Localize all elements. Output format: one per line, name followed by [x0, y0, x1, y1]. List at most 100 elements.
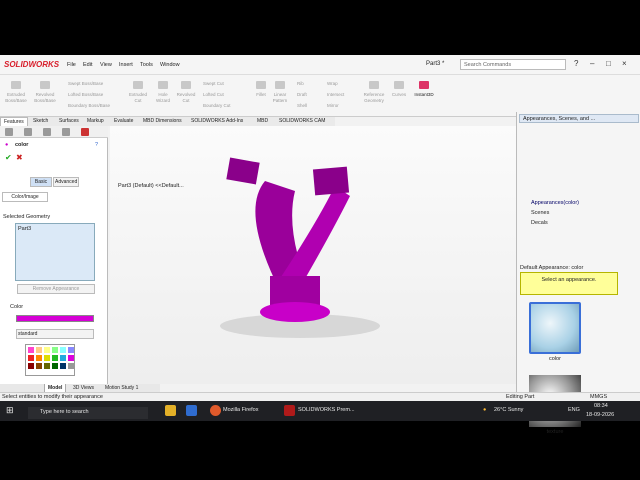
- list-item[interactable]: Part3: [18, 226, 31, 232]
- draft-button[interactable]: Draft: [297, 92, 319, 98]
- search-commands-input[interactable]: Search Commands: [460, 59, 566, 70]
- firefox-icon[interactable]: [210, 405, 221, 416]
- solidworks-icon[interactable]: [284, 405, 295, 416]
- color-image-tab[interactable]: Color/Image: [2, 192, 48, 202]
- minimize-icon[interactable]: –: [590, 59, 594, 68]
- palette-cell[interactable]: [28, 347, 34, 353]
- tab-addins[interactable]: SOLIDWORKS Add-Ins: [188, 117, 246, 126]
- tab-evaluate[interactable]: Evaluate: [111, 117, 136, 126]
- selected-geometry-list[interactable]: Part3: [15, 223, 95, 281]
- maximize-icon[interactable]: □: [606, 59, 611, 68]
- palette-cell[interactable]: [68, 363, 74, 369]
- dimxpert-icon[interactable]: [62, 128, 70, 136]
- palette-cell[interactable]: [52, 355, 58, 361]
- menu-edit[interactable]: Edit: [83, 62, 92, 68]
- units-label[interactable]: MMGS: [590, 394, 607, 400]
- taskbar-search-input[interactable]: Type here to search: [28, 407, 148, 419]
- tab-features[interactable]: Features: [0, 117, 28, 126]
- language-indicator[interactable]: ENG: [568, 407, 580, 413]
- palette-cell[interactable]: [36, 355, 42, 361]
- palette-cell[interactable]: [68, 347, 74, 353]
- lofted-boss-button[interactable]: Lofted Boss/Base: [68, 92, 118, 98]
- reference-geometry-button[interactable]: Reference Geometry: [362, 81, 386, 104]
- appearance-icon[interactable]: [81, 128, 89, 136]
- linear-pattern-button[interactable]: Linear Pattern: [270, 81, 290, 104]
- taskbar-solidworks[interactable]: SOLIDWORKS Prem...: [298, 407, 355, 413]
- palette-cell[interactable]: [44, 347, 50, 353]
- palette-cell[interactable]: [60, 355, 66, 361]
- boundary-cut-button[interactable]: Boundary Cut: [203, 103, 247, 109]
- palette-cell[interactable]: [52, 363, 58, 369]
- tree-appearances[interactable]: Appearances(color): [531, 200, 579, 206]
- windows-start-icon[interactable]: ⊞: [6, 405, 14, 416]
- thumbnail-color[interactable]: [529, 302, 581, 354]
- tab-sketch[interactable]: Sketch: [30, 117, 51, 126]
- basic-button[interactable]: Basic: [30, 177, 52, 187]
- menu-view[interactable]: View: [100, 62, 112, 68]
- close-icon[interactable]: ×: [622, 59, 627, 68]
- clock-date[interactable]: 18-09-2026: [586, 412, 614, 418]
- help-icon[interactable]: ?: [574, 59, 578, 68]
- advanced-button[interactable]: Advanced: [53, 177, 79, 187]
- help-icon[interactable]: ?: [95, 142, 98, 148]
- graphics-area[interactable]: [110, 126, 516, 384]
- extruded-boss-button[interactable]: Extruded Boss/Base: [4, 81, 28, 104]
- taskbar-firefox[interactable]: Mozilla Firefox: [223, 407, 258, 413]
- swept-boss-button[interactable]: Swept Boss/Base: [68, 81, 118, 87]
- color-swatch[interactable]: [16, 315, 94, 322]
- palette-cell[interactable]: [44, 355, 50, 361]
- feature-breadcrumb[interactable]: Part3 (Default) <<Default...: [118, 183, 184, 189]
- weather-text[interactable]: 26°C Sunny: [494, 407, 523, 413]
- tree-decals[interactable]: Decals: [531, 220, 548, 226]
- curves-button[interactable]: Curves: [389, 81, 409, 98]
- instant3d-button[interactable]: Instant3D: [411, 81, 437, 98]
- ok-icon[interactable]: ✔: [5, 153, 12, 162]
- palette-cell[interactable]: [52, 347, 58, 353]
- intersect-button[interactable]: Intersect: [327, 92, 357, 98]
- palette-cell[interactable]: [68, 355, 74, 361]
- cancel-icon[interactable]: ✖: [16, 153, 23, 162]
- fillet-button[interactable]: Fillet: [252, 81, 270, 98]
- palette-cell[interactable]: [60, 363, 66, 369]
- revolved-boss-button[interactable]: Revolved Boss/Base: [32, 81, 58, 104]
- wrap-button[interactable]: Wrap: [327, 81, 357, 87]
- boundary-boss-button[interactable]: Boundary Boss/Base: [68, 103, 122, 109]
- palette-cell[interactable]: [28, 355, 34, 361]
- color-palette[interactable]: [25, 344, 75, 376]
- tree-scenes[interactable]: Scenes: [531, 210, 549, 216]
- menu-tools[interactable]: Tools: [140, 62, 153, 68]
- extruded-cut-button[interactable]: Extruded Cut: [126, 81, 150, 104]
- palette-select[interactable]: standard: [16, 329, 94, 339]
- swept-cut-button[interactable]: Swept Cut: [203, 81, 243, 87]
- feature-tree-icon[interactable]: [5, 128, 13, 136]
- mail-icon[interactable]: [186, 405, 197, 416]
- clock-time[interactable]: 08:34: [594, 403, 608, 409]
- palette-cell[interactable]: [60, 347, 66, 353]
- palette-cell[interactable]: [36, 347, 42, 353]
- pipe-model[interactable]: [110, 126, 516, 384]
- menu-file[interactable]: File: [67, 62, 76, 68]
- tab-motion-study[interactable]: Motion Study 1: [102, 384, 141, 392]
- mirror-button[interactable]: Mirror: [327, 103, 357, 109]
- hole-wizard-button[interactable]: Hole Wizard: [151, 81, 175, 104]
- tab-3d-views[interactable]: 3D Views: [70, 384, 97, 392]
- property-manager-icon[interactable]: [24, 128, 32, 136]
- rib-button[interactable]: Rib: [297, 81, 319, 87]
- tab-cam[interactable]: SOLIDWORKS CAM: [276, 117, 328, 126]
- file-explorer-icon[interactable]: [165, 405, 176, 416]
- tab-mbd-dimensions[interactable]: MBD Dimensions: [140, 117, 185, 126]
- palette-cell[interactable]: [36, 363, 42, 369]
- shell-button[interactable]: Shell: [297, 103, 319, 109]
- menu-window[interactable]: Window: [160, 62, 180, 68]
- palette-cell[interactable]: [28, 363, 34, 369]
- remove-appearance-button[interactable]: Remove Appearance: [17, 284, 95, 294]
- sun-icon: ●: [483, 407, 487, 413]
- lofted-cut-button[interactable]: Lofted Cut: [203, 92, 243, 98]
- tab-mbd[interactable]: MBD: [254, 117, 271, 126]
- revolved-cut-button[interactable]: Revolved Cut: [174, 81, 198, 104]
- tab-surfaces[interactable]: Surfaces: [56, 117, 82, 126]
- tab-markup[interactable]: Markup: [84, 117, 107, 126]
- config-manager-icon[interactable]: [43, 128, 51, 136]
- palette-cell[interactable]: [44, 363, 50, 369]
- menu-insert[interactable]: Insert: [119, 62, 133, 68]
